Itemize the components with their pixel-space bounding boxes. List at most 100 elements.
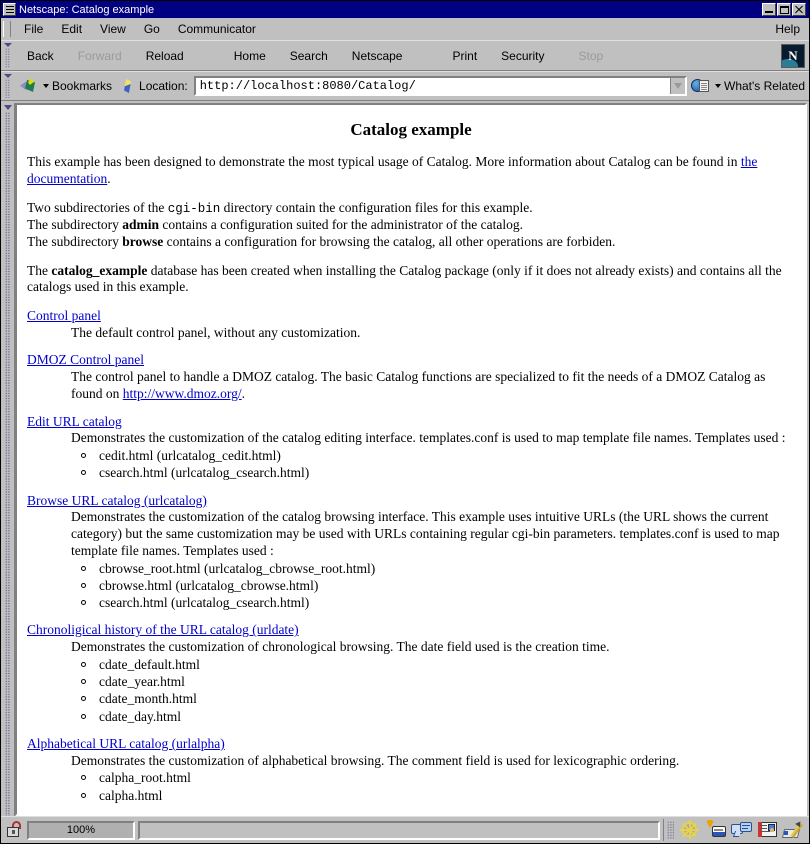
progress-indicator: 100% (27, 821, 135, 840)
menu-item-help[interactable]: Help (766, 20, 809, 38)
menu-item-edit[interactable]: Edit (52, 20, 91, 38)
newsgroups-icon[interactable] (730, 820, 754, 840)
netscape-button[interactable]: Netscape (340, 43, 415, 68)
browse-url-catalog-link[interactable]: Browse URL catalog (urlcatalog) (27, 493, 207, 508)
home-button[interactable]: Home (222, 43, 278, 68)
paragraph-gap (27, 251, 795, 263)
window-controls (762, 3, 806, 16)
subdirs-line-1: Two subdirectories of the cgi-bin direct… (27, 200, 795, 218)
subdirs-line3-b: contains a configuration for browsing th… (163, 234, 615, 249)
catalog-entry: Edit URL catalog Demonstrates the custom… (27, 414, 795, 482)
intro-text-after: . (107, 171, 110, 186)
catalog-entry: Browse URL catalog (urlcatalog) Demonstr… (27, 493, 795, 612)
template-list: cbrowse_root.html (urlcatalog_cbrowse_ro… (71, 560, 795, 612)
list-item: csearch.html (urlcatalog_csearch.html) (71, 464, 795, 481)
control-panel-link[interactable]: Control panel (27, 308, 101, 323)
catalog-entry: Chronoligical history of the URL catalog… (27, 622, 795, 725)
collapse-triangle-icon (4, 43, 12, 47)
list-item: cdate_day.html (71, 708, 795, 725)
url-input[interactable] (196, 78, 670, 94)
subdirs-line-3: The subdirectory browse contains a confi… (27, 234, 795, 251)
netscape-logo-letter: N (788, 48, 797, 64)
chevron-down-icon (43, 84, 49, 88)
location-label-group[interactable]: Location: (116, 77, 192, 95)
navigator-icon[interactable] (678, 820, 702, 840)
entry-description: Demonstrates the customization of chrono… (71, 639, 795, 656)
bookmark-icon (19, 77, 39, 95)
catalog-example-bold: catalog_example (51, 263, 147, 278)
menubar-grip[interactable] (3, 21, 11, 37)
template-list: cedit.html (urlcatalog_cedit.html) csear… (71, 447, 795, 482)
security-lock-icon[interactable] (4, 820, 24, 840)
component-bar-grip[interactable] (667, 821, 674, 839)
whats-related-button[interactable]: What's Related (687, 77, 809, 95)
catalog-entry: Alphabetical URL catalog (urlalpha) Demo… (27, 736, 795, 804)
minimize-button[interactable] (762, 3, 776, 16)
dmoz-org-link[interactable]: http://www.dmoz.org/ (123, 386, 242, 401)
stop-button: Stop (567, 43, 616, 68)
menu-item-view[interactable]: View (91, 20, 135, 38)
chevron-down-icon (715, 84, 721, 88)
bookmarks-label: Bookmarks (52, 79, 112, 93)
sidebar-expand-triangle-icon (4, 105, 12, 110)
document-body: Catalog example This example has been de… (17, 105, 805, 816)
intro-text-before: This example has been designed to demons… (27, 154, 741, 169)
entry-description: Demonstrates the customization of alphab… (71, 753, 795, 770)
sidebar-grip-dots-icon (5, 112, 10, 816)
grip-dots-icon (5, 48, 10, 68)
url-dropdown-button[interactable] (670, 78, 685, 94)
alphabetical-url-catalog-link[interactable]: Alphabetical URL catalog (urlalpha) (27, 736, 225, 751)
netscape-logo-icon[interactable]: N (781, 44, 805, 68)
admin-bold: admin (122, 217, 159, 232)
window-title: Netscape: Catalog example (19, 4, 762, 16)
component-bar (663, 819, 806, 841)
address-book-icon[interactable] (756, 820, 780, 840)
cgi-bin-code: cgi-bin (168, 202, 221, 216)
menu-item-file[interactable]: File (15, 20, 52, 38)
location-toolbar-grip[interactable] (3, 72, 12, 100)
menu-bar: File Edit View Go Communicator Help (1, 18, 809, 40)
list-item: cdate_year.html (71, 673, 795, 690)
window-menu-icon[interactable] (3, 3, 16, 16)
dmoz-desc-b: . (242, 386, 245, 401)
chronological-history-link[interactable]: Chronoligical history of the URL catalog… (27, 622, 299, 637)
list-item: cdate_month.html (71, 690, 795, 707)
reload-button[interactable]: Reload (134, 43, 196, 68)
list-item: calpha.html (71, 787, 795, 804)
navigation-toolbar-grip[interactable] (3, 41, 12, 70)
edit-url-catalog-link[interactable]: Edit URL catalog (27, 414, 122, 429)
menu-item-communicator[interactable]: Communicator (169, 20, 265, 38)
dmoz-control-panel-link[interactable]: DMOZ Control panel (27, 352, 144, 367)
intro-paragraph: This example has been designed to demons… (27, 154, 795, 187)
security-button[interactable]: Security (489, 43, 556, 68)
composer-icon[interactable] (782, 820, 806, 840)
whats-related-label: What's Related (724, 79, 805, 93)
url-input-wrapper[interactable] (194, 76, 687, 96)
collapse-triangle-icon (4, 74, 12, 78)
bookmarks-button[interactable]: Bookmarks (15, 77, 116, 95)
page-proxy-icon (120, 77, 136, 95)
close-button[interactable] (792, 3, 806, 16)
menu-item-go[interactable]: Go (135, 20, 169, 38)
search-button[interactable]: Search (278, 43, 340, 68)
status-bar: 100% (1, 816, 809, 843)
chevron-down-icon (674, 83, 682, 89)
template-list: cdate_default.html cdate_year.html cdate… (71, 656, 795, 725)
print-button[interactable]: Print (440, 43, 489, 68)
subdirs-line2-b: contains a configuration suited for the … (159, 217, 523, 232)
list-item: cbrowse.html (urlcatalog_cbrowse.html) (71, 577, 795, 594)
browse-bold: browse (122, 234, 163, 249)
page-area: Catalog example This example has been de… (1, 101, 809, 816)
entry-description: Demonstrates the customization of the ca… (71, 430, 795, 447)
navigation-toolbar: Back Forward Reload Home Search Netscape… (1, 40, 809, 71)
database-paragraph: The catalog_example database has been cr… (27, 263, 795, 296)
mailbox-icon[interactable] (704, 820, 728, 840)
subdirs-line-2: The subdirectory admin contains a config… (27, 217, 795, 234)
list-item: calpha_root.html (71, 769, 795, 786)
sidebar-handle[interactable] (1, 103, 15, 816)
entry-description: The default control panel, without any c… (71, 325, 795, 342)
back-button[interactable]: Back (15, 43, 66, 68)
maximize-button[interactable] (777, 3, 791, 16)
catalog-entry: DMOZ Control panel The control panel to … (27, 352, 795, 402)
list-item: csearch.html (urlcatalog_csearch.html) (71, 594, 795, 611)
